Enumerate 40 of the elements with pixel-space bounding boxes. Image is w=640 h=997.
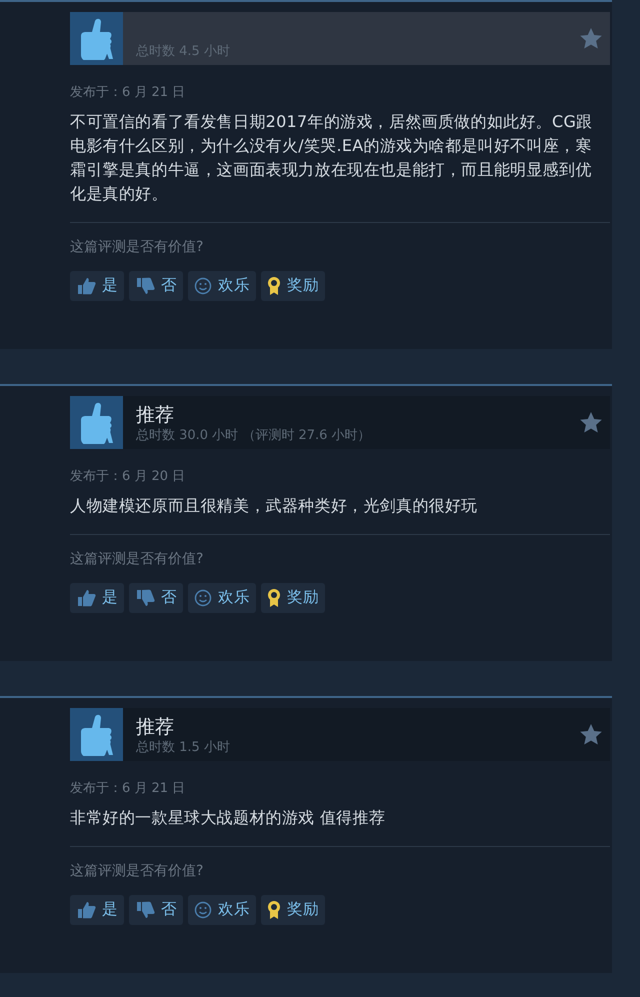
playtime-text: 总时数 30.0 小时 （评测时 27.6 小时）: [136, 427, 372, 445]
award-ribbon-icon: [267, 276, 281, 296]
recommendation-title: 推荐: [136, 715, 175, 739]
review-text: 人物建模还原而且很精美，武器种类好，光剑真的很好玩: [70, 495, 478, 517]
star-icon[interactable]: [580, 28, 602, 49]
review-text: 非常好的一款星球大战题材的游戏 值得推荐: [70, 807, 386, 829]
playtime-text: 总时数 1.5 小时: [136, 739, 231, 757]
vote-button[interactable]: 奖励: [261, 583, 325, 613]
thumbs-down-icon: [135, 277, 155, 295]
posted-date: 发布于：6 月 21 日: [70, 84, 186, 102]
star-icon[interactable]: [580, 412, 602, 433]
thumbs-up-icon: [76, 277, 96, 295]
vote-button[interactable]: 否: [129, 583, 183, 613]
award-ribbon-icon: [267, 900, 281, 920]
vote-button[interactable]: 否: [129, 895, 183, 925]
vote-button[interactable]: 奖励: [261, 895, 325, 925]
thumbs-down-icon: [135, 901, 155, 919]
vote-button[interactable]: 欢乐: [188, 583, 256, 613]
award-ribbon-icon: [267, 588, 281, 608]
recommendation-title: 推荐: [136, 403, 175, 427]
smiley-icon: [194, 589, 212, 607]
smiley-icon: [194, 277, 212, 295]
helpful-question: 这篇评测是否有价值?: [70, 238, 204, 257]
posted-date: 发布于：6 月 21 日: [70, 780, 186, 798]
smiley-icon: [194, 901, 212, 919]
thumbs-up-icon: [76, 589, 96, 607]
vote-button[interactable]: 是: [70, 895, 124, 925]
helpful-question: 这篇评测是否有价值?: [70, 862, 204, 881]
vote-button[interactable]: 是: [70, 271, 124, 301]
vote-button[interactable]: 欢乐: [188, 895, 256, 925]
review-text: 不可置信的看了看发售日期2017年的游戏，居然画质做的如此好。CG跟电影有什么区别，为什么没有火/笑哭.EA的游戏为啥都是叫好不叫座，寒霜引擎是真的牛逼，这画面表现力放在现在也是能打，而且能明显感到优化是真的好。: [70, 111, 594, 205]
thumbs-up-icon: [76, 901, 96, 919]
helpful-question: 这篇评测是否有价值?: [70, 550, 204, 569]
vote-button[interactable]: 是: [70, 583, 124, 613]
vote-button[interactable]: 否: [129, 271, 183, 301]
posted-date: 发布于：6 月 20 日: [70, 468, 186, 486]
vote-button[interactable]: 奖励: [261, 271, 325, 301]
vote-button[interactable]: 欢乐: [188, 271, 256, 301]
thumbs-down-icon: [135, 589, 155, 607]
star-icon[interactable]: [580, 724, 602, 745]
